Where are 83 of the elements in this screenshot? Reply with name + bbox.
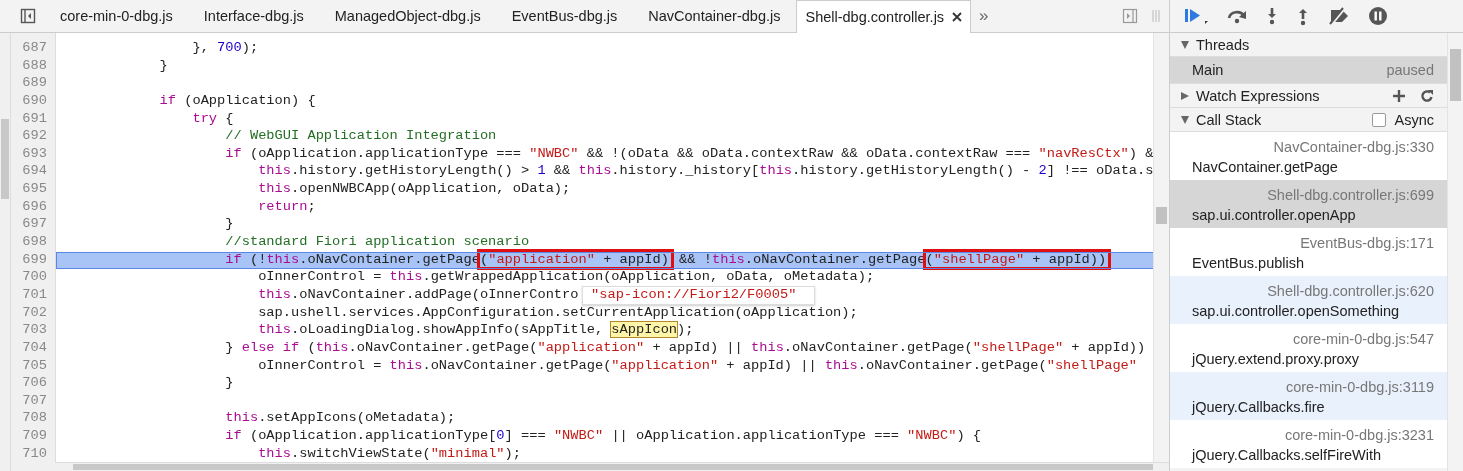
- more-tabs-button[interactable]: »: [971, 6, 997, 26]
- refresh-icon[interactable]: [1420, 88, 1434, 103]
- line-number: 696: [21, 198, 48, 216]
- line-number: 697: [21, 216, 48, 234]
- line-number: 706: [21, 375, 48, 393]
- async-checkbox[interactable]: [1371, 112, 1386, 127]
- resume-icon[interactable]: [1183, 6, 1209, 26]
- line-number: 708: [21, 410, 48, 428]
- call-frame[interactable]: EventBus-dbg.js:171 EventBus.publish: [1170, 228, 1447, 276]
- code-line: this.oNavContainer.addPage(oInnerContro: [257, 286, 579, 302]
- line-number: 700: [21, 269, 48, 287]
- line-number: 707: [21, 392, 48, 410]
- code-line: }: [158, 57, 168, 73]
- line-number: 688: [21, 57, 48, 75]
- section-title[interactable]: Threads: [1196, 36, 1250, 53]
- code-line: try {: [191, 110, 234, 126]
- code-line: sap.ushell.services.AppConfiguration.setCurrentApplication(oApplication);: [257, 304, 858, 320]
- file-tab[interactable]: core-min-0-dbg.js: [45, 0, 189, 32]
- code-line: this.openNWBCApp(oApplication, oData);: [257, 181, 571, 197]
- call-frame[interactable]: core-min-0-dbg.js:3119 jQuery.Callbacks.fire: [1170, 372, 1447, 420]
- line-number: 698: [21, 234, 48, 252]
- call-frame[interactable]: NavContainer-dbg.js:330 NavContainer.getPage: [1170, 132, 1447, 180]
- code-line: this.setAppIcons(oMetadata);: [224, 410, 456, 426]
- line-number: 701: [21, 286, 48, 304]
- code-line: }, 700);: [191, 40, 259, 55]
- scrollbar-thumb[interactable]: [73, 464, 1153, 470]
- add-icon[interactable]: [1392, 88, 1406, 103]
- code-line: oInnerControl = this.getWrappedApplication(oApplication, oData, oMetadata);: [257, 269, 875, 285]
- file-tab[interactable]: EventBus-dbg.js: [496, 0, 634, 32]
- scrollbar-thumb[interactable]: [1156, 207, 1167, 224]
- line-number: 694: [21, 163, 48, 181]
- line-number: 690: [21, 92, 48, 110]
- line-number: 691: [21, 110, 48, 128]
- async-label: Async: [1394, 111, 1434, 128]
- code-line: return;: [257, 198, 316, 214]
- code-line: //standard Fiori application scenario: [224, 234, 530, 250]
- pause-icon[interactable]: [1368, 6, 1388, 26]
- line-number: 687: [21, 40, 48, 57]
- scrollbar-thumb[interactable]: [1450, 49, 1461, 101]
- disclosure-triangle-icon[interactable]: [1180, 90, 1190, 101]
- close-icon[interactable]: [952, 12, 963, 22]
- code-line: if (oApplication) {: [158, 92, 316, 108]
- code-line: if (oApplication.applicationType === "NWBC" && !(oData && oData.contextRaw && oData.contextRaw === "navResCtx") &: [224, 145, 1154, 161]
- code-line: oInnerControl = this.oNavContainer.getPage("application" + appId) || this.oNavContainer.getPage("shellPage": [257, 357, 1138, 373]
- code-line: if (oApplication.applicationType[0] === "NWBC" || oApplication.applicationType === "NWBC") {: [224, 428, 982, 444]
- code-line: this.switchViewState("minimal");: [257, 445, 521, 461]
- code-line: } else if (this.oNavContainer.getPage("application" + appId) || this.oNavContainer.getPage("shellPage" + appId)): [224, 339, 1146, 355]
- code-line: if (!this.oNavContainer.getPage("application" + appId) && !this.oNavContainer.getPage("shellPage" + appId)): [61, 251, 1109, 267]
- line-number: 695: [21, 181, 48, 199]
- code-line: // WebGUI Application Integration: [224, 128, 497, 144]
- drag-handle-icon[interactable]: [1151, 8, 1161, 24]
- call-frame[interactable]: core-min-0-dbg.js:3231 jQuery.Callbacks.selfFireWith: [1170, 420, 1447, 468]
- code-line: }: [224, 375, 234, 391]
- code-line: this.history.getHistoryLength() > 1 && this.history._history[this.history.getHistoryLength() - 2] !== oData.s: [257, 163, 1154, 179]
- disclosure-triangle-icon[interactable]: [1180, 114, 1190, 125]
- line-number: 710: [21, 445, 48, 463]
- file-tab[interactable]: NavContainer-dbg.js: [633, 0, 797, 32]
- call-frame[interactable]: Shell-dbg.controller.js:620 sap.ui.controller.openSomething: [1170, 276, 1447, 324]
- code-line: }: [224, 216, 234, 232]
- thread-row[interactable]: Main paused: [1170, 57, 1447, 84]
- file-tab[interactable]: Shell-dbg.controller.js: [796, 0, 972, 33]
- line-number: 705: [21, 357, 48, 375]
- line-number: 689: [21, 75, 48, 93]
- scrollbar-thumb[interactable]: [1, 119, 9, 199]
- line-number: 702: [21, 304, 48, 322]
- value-tooltip: "sap-icon://Fiori2/F0005": [582, 286, 815, 305]
- code-line: this.oLoadingDialog.showAppInfo(sAppTitle, sAppIcon);: [257, 322, 694, 338]
- file-tab[interactable]: Interface-dbg.js: [188, 0, 320, 32]
- panel-toggle-icon[interactable]: [1122, 8, 1138, 24]
- call-frame[interactable]: core-min-0-dbg.js:547 jQuery.extend.proxy.proxy: [1170, 324, 1447, 372]
- line-number: 692: [21, 128, 48, 146]
- file-tab[interactable]: ManagedObject-dbg.js: [319, 0, 497, 32]
- section-title[interactable]: Watch Expressions: [1196, 87, 1320, 104]
- disclosure-triangle-icon[interactable]: [1180, 39, 1190, 50]
- line-number: 704: [21, 339, 48, 357]
- sidebar-toggle-icon[interactable]: [20, 8, 36, 24]
- call-frame[interactable]: Shell-dbg.controller.js:699 sap.ui.controller.openApp: [1170, 180, 1447, 228]
- line-number: 699: [21, 251, 48, 269]
- line-number: 693: [21, 145, 48, 163]
- line-number: 709: [21, 428, 48, 446]
- section-title[interactable]: Call Stack: [1196, 111, 1262, 128]
- line-number: 703: [21, 322, 48, 340]
- deactivate-breakpoints-icon[interactable]: [1327, 6, 1351, 26]
